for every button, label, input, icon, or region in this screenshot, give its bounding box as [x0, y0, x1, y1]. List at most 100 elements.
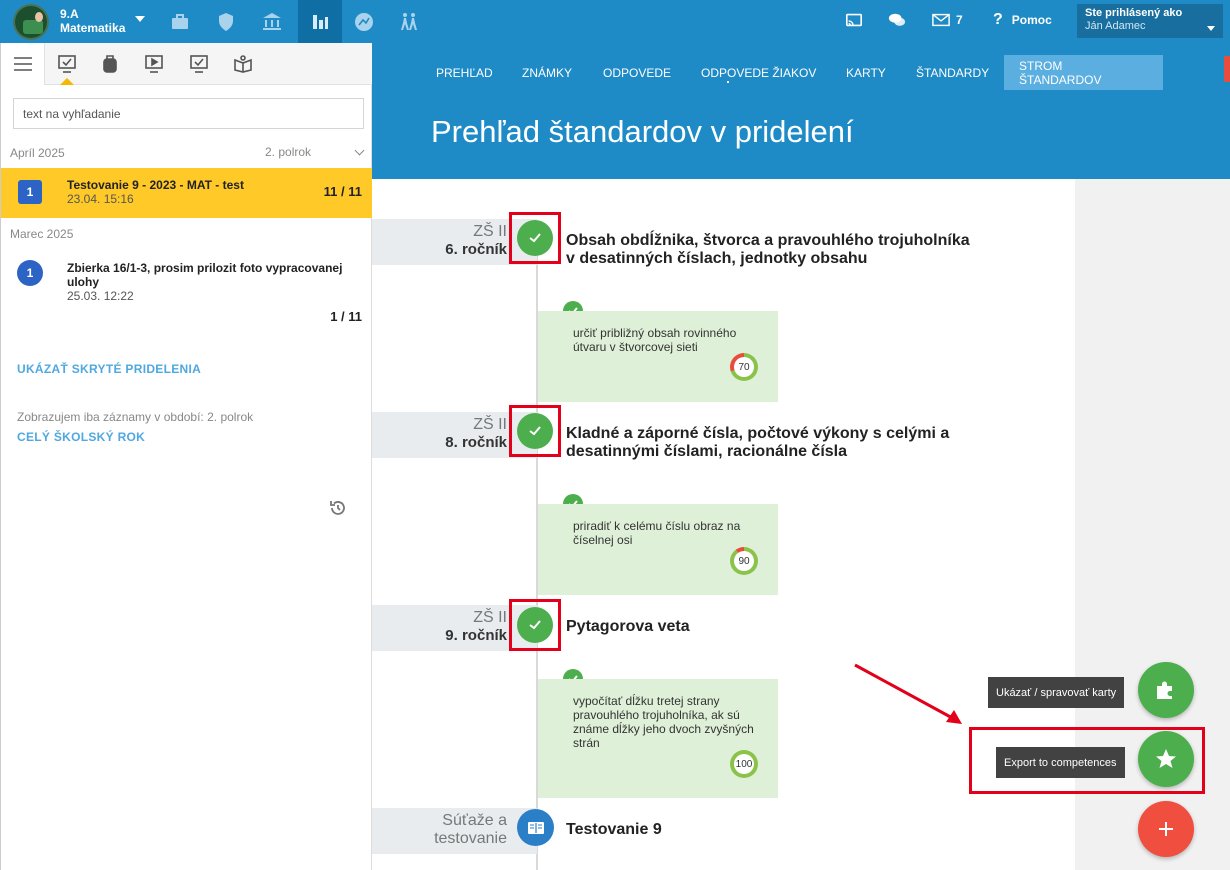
standard-line: priradiť k celému číslu obraz na — [573, 519, 741, 533]
chart-badge-icon[interactable] — [342, 0, 386, 43]
assignment-item[interactable]: 1 Zbierka 16/1-3, prosim prilozit foto v… — [1, 253, 372, 333]
highlight-frame — [509, 212, 561, 264]
tab-indicator — [727, 81, 729, 83]
whole-year-link[interactable]: CELÝ ŠKOLSKÝ ROK — [17, 430, 145, 444]
search-input[interactable]: text na vyhľadanie — [13, 98, 364, 129]
history-icon[interactable] — [329, 499, 347, 517]
book-open-icon[interactable] — [221, 43, 265, 85]
side-panel-handle[interactable] — [1224, 56, 1230, 82]
sidebar-tabs — [1, 43, 372, 85]
highlight-frame — [509, 405, 561, 457]
period-note: Zobrazujem iba záznamy v období: 2. polr… — [17, 410, 254, 424]
grade-year: 9. ročník — [445, 627, 507, 644]
sidebar: text na vyhľadanie Apríl 2025 2. polrok … — [0, 43, 372, 870]
institution-icon[interactable] — [250, 0, 294, 43]
grade-year: 6. ročník — [445, 241, 507, 258]
standard-card[interactable]: vypočítať dĺžku tretej strany pravouhléh… — [538, 679, 778, 798]
standard-card[interactable]: určiť približný obsah rovinného útvaru v… — [538, 311, 778, 402]
tab-overview[interactable]: PREHĽAD — [421, 55, 508, 90]
grade-year: testovanie — [434, 830, 507, 847]
standard-line: útvaru v štvorcovej sieti — [573, 340, 698, 354]
walking-people-icon[interactable] — [387, 0, 431, 43]
user-name: Ján Adamec — [1085, 20, 1146, 32]
video-icon[interactable] — [132, 43, 176, 85]
chevron-down-icon[interactable] — [354, 145, 365, 156]
standard-line: číselnej osi — [573, 533, 633, 547]
class-selector[interactable]: 9.A Matematika — [60, 7, 125, 35]
chat-icon[interactable] — [888, 11, 906, 29]
assignment-title: Testovanie 9 - 2023 - MAT - test — [67, 178, 244, 192]
score-ring: 90 — [730, 547, 758, 575]
standard-text: priradiť k celému číslu obraz na číselne… — [573, 519, 768, 547]
envelope-icon — [932, 13, 950, 27]
score-value: 70 — [734, 357, 754, 377]
topic-title: Pytagorova veta — [566, 618, 690, 635]
user-label: Ste prihlásený ako — [1085, 7, 1183, 19]
month-header: Marec 2025 — [10, 227, 74, 241]
show-hidden-link[interactable]: UKÁZAŤ SKRYTÉ PRIDELENIA — [17, 362, 201, 376]
arrow-annotation — [854, 663, 962, 724]
assignment-item[interactable]: 1 Testovanie 9 - 2023 - MAT - test 23.04… — [1, 168, 372, 218]
grade-label: Súťaže a testovanie — [372, 808, 537, 854]
tab-assignments-icon[interactable] — [45, 43, 89, 85]
puzzle-fab-button[interactable] — [1138, 662, 1194, 718]
standard-line: pravouhlého trojuholníka, ak sú — [573, 708, 740, 722]
checklist-icon[interactable] — [177, 43, 221, 85]
tab-grades[interactable]: ZNÁMKY — [507, 55, 587, 90]
messages-button[interactable]: 7 — [932, 11, 963, 29]
backpack-icon[interactable] — [88, 43, 132, 85]
topic-title: Kladné a záporné čísla, počtové výkony s… — [566, 425, 949, 461]
standard-line: strán — [573, 736, 600, 750]
tab-student-answers[interactable]: ODPOVEDE ŽIAKOV — [686, 55, 831, 90]
book-icon[interactable] — [517, 809, 554, 846]
class-caret-icon[interactable] — [135, 16, 145, 22]
add-fab-button[interactable] — [1138, 801, 1194, 857]
score-value: 100 — [734, 754, 754, 774]
shield-icon[interactable] — [204, 0, 248, 43]
standard-line: určiť približný obsah rovinného — [573, 326, 737, 340]
highlight-frame — [509, 599, 561, 651]
assignment-date: 25.03. 12:22 — [67, 289, 134, 303]
help-button[interactable]: ? Pomoc — [993, 11, 1052, 29]
topic-title: Testovanie 9 — [566, 821, 662, 838]
bar-chart-icon[interactable] — [298, 0, 342, 43]
topic-line: Kladné a záporné čísla, počtové výkony s… — [566, 425, 950, 442]
tab-answers[interactable]: ODPOVEDE — [588, 55, 686, 90]
user-menu[interactable]: Ste prihlásený ako Ján Adamec — [1077, 4, 1223, 38]
help-label: Pomoc — [1011, 13, 1052, 27]
page-title: Prehľad štandardov v pridelení — [431, 114, 854, 149]
score-value: 90 — [734, 551, 754, 571]
class-name: 9.A — [60, 7, 79, 21]
grade-level: ZŠ II — [473, 416, 507, 433]
assignment-title-line: Zbierka 16/1-3, prosim prilozit foto vyp… — [67, 261, 343, 275]
cards-fab-label: Ukázať / spravovať karty — [988, 677, 1125, 708]
assignment-badge: 1 — [18, 180, 42, 204]
score-ring: 100 — [730, 750, 758, 778]
tab-standards[interactable]: ŠTANDARDY — [901, 55, 1004, 90]
grade-level: ZŠ II — [473, 223, 507, 240]
period-selector[interactable]: 2. polrok — [265, 145, 311, 159]
highlight-frame — [969, 727, 1205, 794]
top-bar: 9.A Matematika 7 ? Pomoc Ste prihlásený … — [0, 0, 1230, 43]
assignment-count: 11 / 11 — [323, 184, 362, 199]
standard-line: vypočítať dĺžku tretej strany — [573, 694, 720, 708]
assignment-title-line: ulohy — [67, 275, 99, 289]
standard-card[interactable]: priradiť k celému číslu obraz na číselne… — [538, 504, 778, 595]
briefcase-icon[interactable] — [158, 0, 202, 43]
topic-line: Obsah obdĺžnika, štvorca a pravouhlého t… — [566, 232, 970, 249]
main-header: PREHĽAD ZNÁMKY ODPOVEDE ODPOVEDE ŽIAKOV … — [372, 43, 1230, 179]
grade-level: ZŠ II — [473, 609, 507, 626]
tab-standards-tree[interactable]: STROM ŠTANDARDOV — [1004, 55, 1163, 90]
assignment-title: Zbierka 16/1-3, prosim prilozit foto vyp… — [67, 261, 342, 289]
assignment-count: 1 / 11 — [330, 309, 362, 324]
hamburger-icon[interactable] — [1, 43, 45, 85]
grade-year: 8. ročník — [445, 434, 507, 451]
user-caret-icon — [1207, 26, 1215, 31]
subject-name: Matematika — [60, 21, 126, 35]
puzzle-icon — [1157, 681, 1172, 699]
cast-icon[interactable] — [845, 11, 863, 29]
school-logo[interactable] — [13, 4, 49, 40]
assignment-date: 23.04. 15:16 — [67, 192, 134, 206]
score-ring: 70 — [730, 353, 758, 381]
tab-cards[interactable]: KARTY — [831, 55, 901, 90]
